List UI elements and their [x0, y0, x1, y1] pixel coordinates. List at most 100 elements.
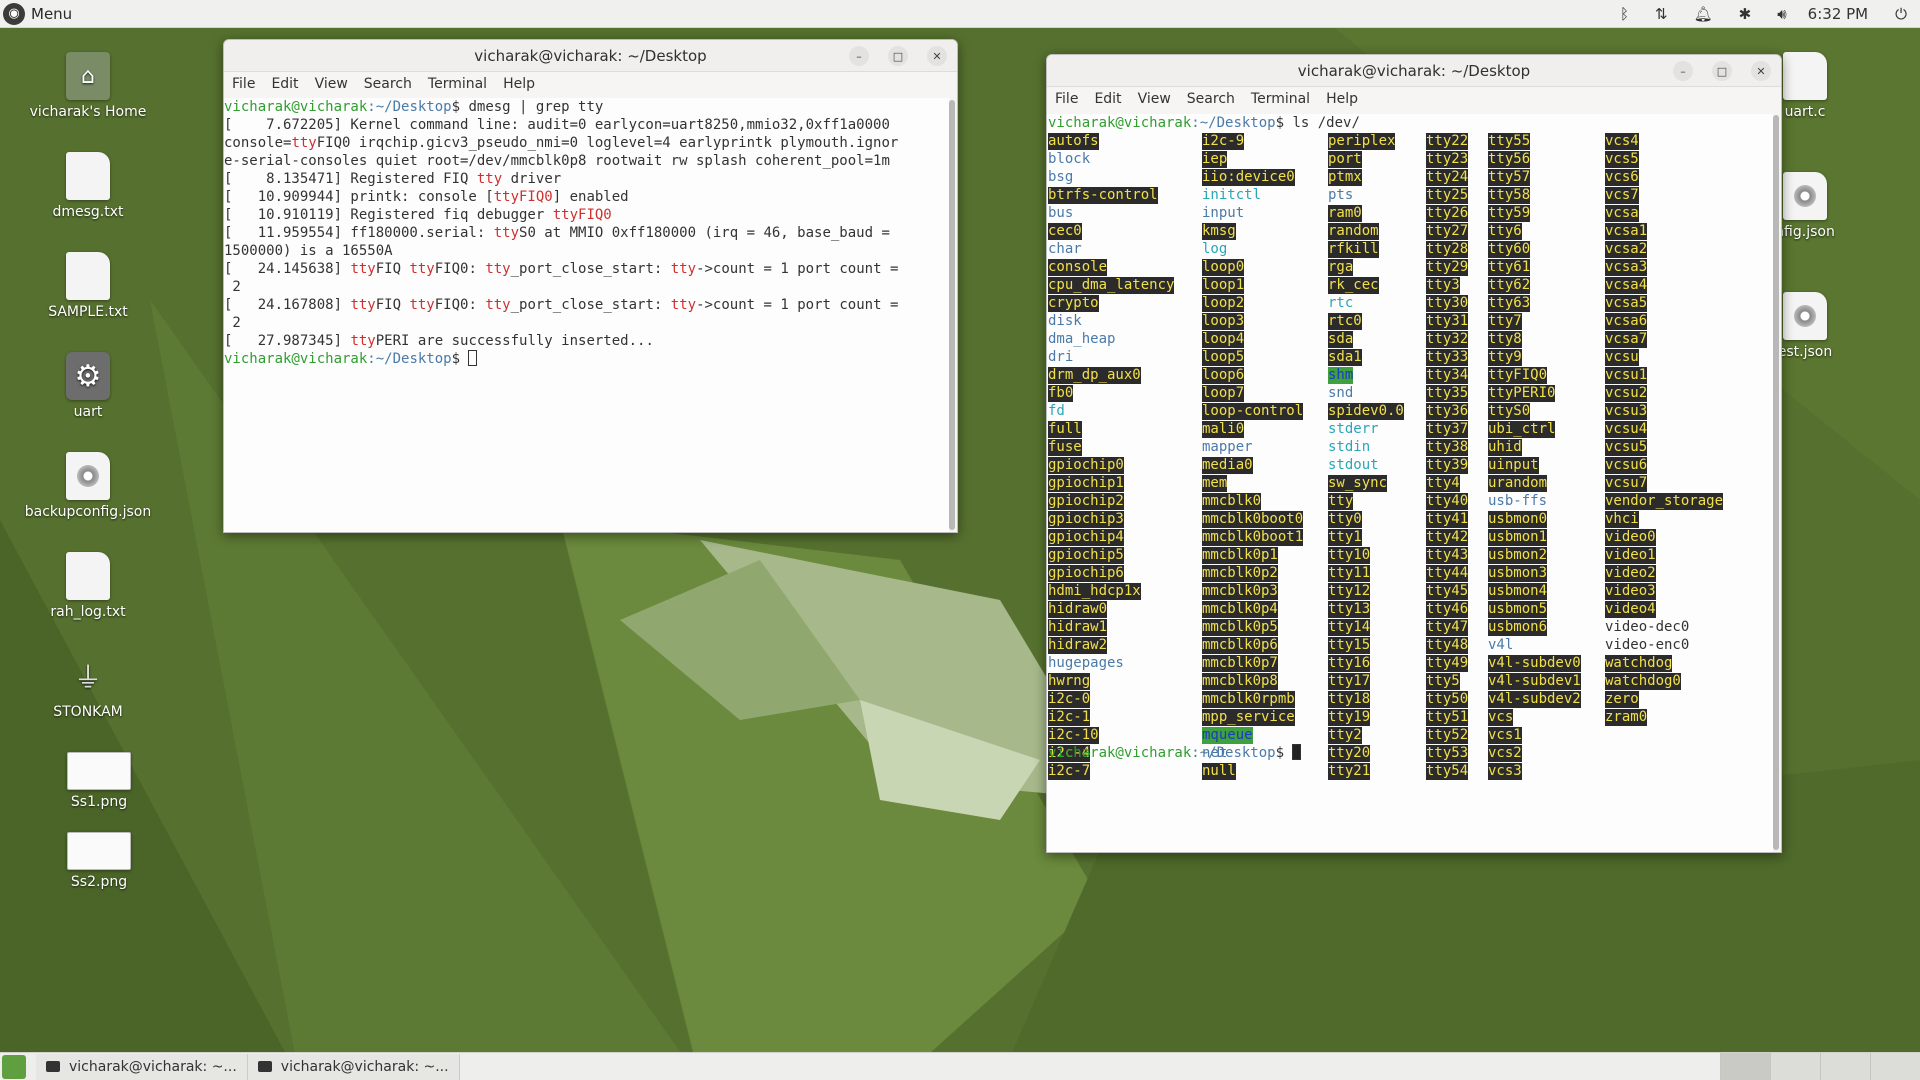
scrollbar[interactable]	[1773, 115, 1779, 850]
taskbar-item-terminal-1[interactable]: vicharak@vicharak: ~...	[36, 1053, 248, 1080]
workspace-4[interactable]	[1870, 1053, 1920, 1080]
dev-entry: mqueue	[1202, 727, 1253, 744]
scrollbar[interactable]	[949, 100, 955, 530]
dev-entry: iio:device0	[1202, 169, 1295, 186]
desktop-icon-stonkam[interactable]: ⏚ STONKAM	[23, 652, 153, 720]
clock[interactable]: 6:32 PM	[1808, 5, 1868, 23]
dev-entry: periplex	[1328, 133, 1396, 150]
terminal-window-ls[interactable]: vicharak@vicharak: ~/Desktop – □ ✕ File …	[1046, 54, 1782, 853]
maximize-icon[interactable]: □	[1712, 61, 1732, 81]
bluetooth-status-icon[interactable]: ✱	[1739, 5, 1752, 23]
dev-entry: tty	[1328, 493, 1354, 510]
menu-edit[interactable]: Edit	[271, 76, 298, 92]
desktop-icon-backupconfig[interactable]: backupconfig.json	[23, 452, 153, 520]
terminal-window-dmesg[interactable]: vicharak@vicharak: ~/Desktop – □ ✕ File …	[223, 39, 958, 533]
desktop-icon-ss2[interactable]: Ss2.png	[34, 832, 164, 890]
text-file-icon	[66, 552, 110, 600]
dev-entry: gpiochip5	[1048, 547, 1124, 564]
menu-search[interactable]: Search	[364, 76, 412, 92]
menu-search[interactable]: Search	[1187, 91, 1235, 107]
workspace-1[interactable]	[1720, 1053, 1770, 1080]
menu-view[interactable]: View	[315, 76, 348, 92]
desktop-icon-dmesg[interactable]: dmesg.txt	[23, 152, 153, 220]
menu-terminal[interactable]: Terminal	[1251, 91, 1310, 107]
dev-entry: rk_cec	[1328, 277, 1379, 294]
dev-entry: tty4	[1426, 475, 1460, 492]
menu-edit[interactable]: Edit	[1094, 91, 1121, 107]
title-bar[interactable]: vicharak@vicharak: ~/Desktop – □ ✕	[1047, 55, 1781, 87]
dev-entry: tty40	[1426, 493, 1469, 510]
dev-entry: vcsa	[1605, 205, 1639, 222]
dev-entry: btrfs-control	[1048, 187, 1158, 204]
dev-entry: tty44	[1426, 565, 1469, 582]
dev-entry: tty11	[1328, 565, 1371, 582]
menu-help[interactable]: Help	[503, 76, 535, 92]
window-title: vicharak@vicharak: ~/Desktop	[474, 46, 707, 65]
dev-entry: rtc0	[1328, 313, 1362, 330]
dev-entry: watchdog0	[1605, 673, 1681, 690]
notification-bell-icon[interactable]: 🔔︎	[1694, 5, 1713, 23]
dev-entry: hidraw0	[1048, 601, 1108, 618]
desktop-icon-ss1[interactable]: Ss1.png	[34, 752, 164, 810]
dev-entry: watchdog	[1605, 655, 1673, 672]
terminal-icon	[257, 1061, 272, 1072]
network-icon[interactable]: ⇅	[1655, 5, 1668, 23]
menu-terminal[interactable]: Terminal	[428, 76, 487, 92]
show-desktop-button[interactable]	[2, 1054, 26, 1079]
desktop-icon-sample[interactable]: SAMPLE.txt	[23, 252, 153, 320]
dev-entry: tty53	[1426, 745, 1469, 762]
minimize-icon[interactable]: –	[1673, 61, 1693, 81]
image-thumbnail-icon	[67, 832, 131, 870]
dev-entry: i2c-1	[1048, 709, 1091, 726]
close-icon[interactable]: ✕	[927, 46, 947, 66]
workspace-3[interactable]	[1820, 1053, 1870, 1080]
dev-entry: tty59	[1488, 205, 1531, 222]
dev-entry: block	[1048, 151, 1091, 167]
dev-entry: gpiochip0	[1048, 457, 1124, 474]
dev-entry: kmsg	[1202, 223, 1236, 240]
dev-entry: tty1	[1328, 529, 1362, 546]
dev-entry: tty6	[1488, 223, 1522, 240]
dev-entry: mmcblk0p8	[1202, 673, 1278, 690]
dev-entry: rga	[1328, 259, 1354, 276]
menu-help[interactable]: Help	[1326, 91, 1358, 107]
dev-entry: vendor_storage	[1605, 493, 1724, 510]
dev-entry: fuse	[1048, 439, 1082, 456]
dev-entry: ubi_ctrl	[1488, 421, 1556, 438]
dev-entry: ram0	[1328, 205, 1362, 222]
desktop-icon-uart[interactable]: ⚙ uart	[23, 352, 153, 420]
menu-view[interactable]: View	[1138, 91, 1171, 107]
volume-icon[interactable]: 🔊︎	[1777, 5, 1786, 23]
dev-entry: tty0	[1328, 511, 1362, 528]
dev-entry: hwrng	[1048, 673, 1091, 690]
output-line: console=ttyFIQ0 irqchip.gicv3_pseudo_nmi…	[224, 135, 899, 151]
power-icon[interactable]: ⏻	[1895, 5, 1907, 23]
dev-entry: tty35	[1426, 385, 1469, 402]
maximize-icon[interactable]: □	[888, 46, 908, 66]
minimize-icon[interactable]: –	[849, 46, 869, 66]
desktop-icon-home[interactable]: ⌂ vicharak's Home	[23, 52, 153, 120]
terminal-output[interactable]: vicharak@vicharak:~/Desktop$ ls /dev/ au…	[1047, 114, 1773, 852]
menu-button[interactable]: ◉ Menu	[0, 0, 72, 28]
text-cursor	[1292, 744, 1302, 760]
desktop-icon-rah-log[interactable]: rah_log.txt	[23, 552, 153, 620]
workspace-2[interactable]	[1770, 1053, 1820, 1080]
menu-file[interactable]: File	[232, 76, 255, 92]
output-line: [ 24.167808] ttyFIQ ttyFIQ0: tty_port_cl…	[224, 297, 899, 313]
dev-entry: vcsa4	[1605, 277, 1648, 294]
output-line: 2	[224, 279, 241, 295]
dev-entry: tty14	[1328, 619, 1371, 636]
close-icon[interactable]: ✕	[1751, 61, 1771, 81]
dev-entry: fb0	[1048, 385, 1074, 402]
dev-entry: input	[1202, 205, 1245, 221]
taskbar-item-terminal-2[interactable]: vicharak@vicharak: ~...	[247, 1053, 460, 1080]
dev-entry: vcs1	[1488, 727, 1522, 744]
dev-entry: loop5	[1202, 349, 1245, 366]
title-bar[interactable]: vicharak@vicharak: ~/Desktop – □ ✕	[224, 40, 957, 72]
menu-file[interactable]: File	[1055, 91, 1078, 107]
bluetooth-icon[interactable]: ᛒ	[1620, 5, 1629, 23]
dev-entry: crypto	[1048, 295, 1099, 312]
terminal-output[interactable]: vicharak@vicharak:~/Desktop$ dmesg | gre…	[224, 98, 949, 532]
dev-entry: video3	[1605, 583, 1656, 600]
dev-entry: bsg	[1048, 169, 1074, 185]
